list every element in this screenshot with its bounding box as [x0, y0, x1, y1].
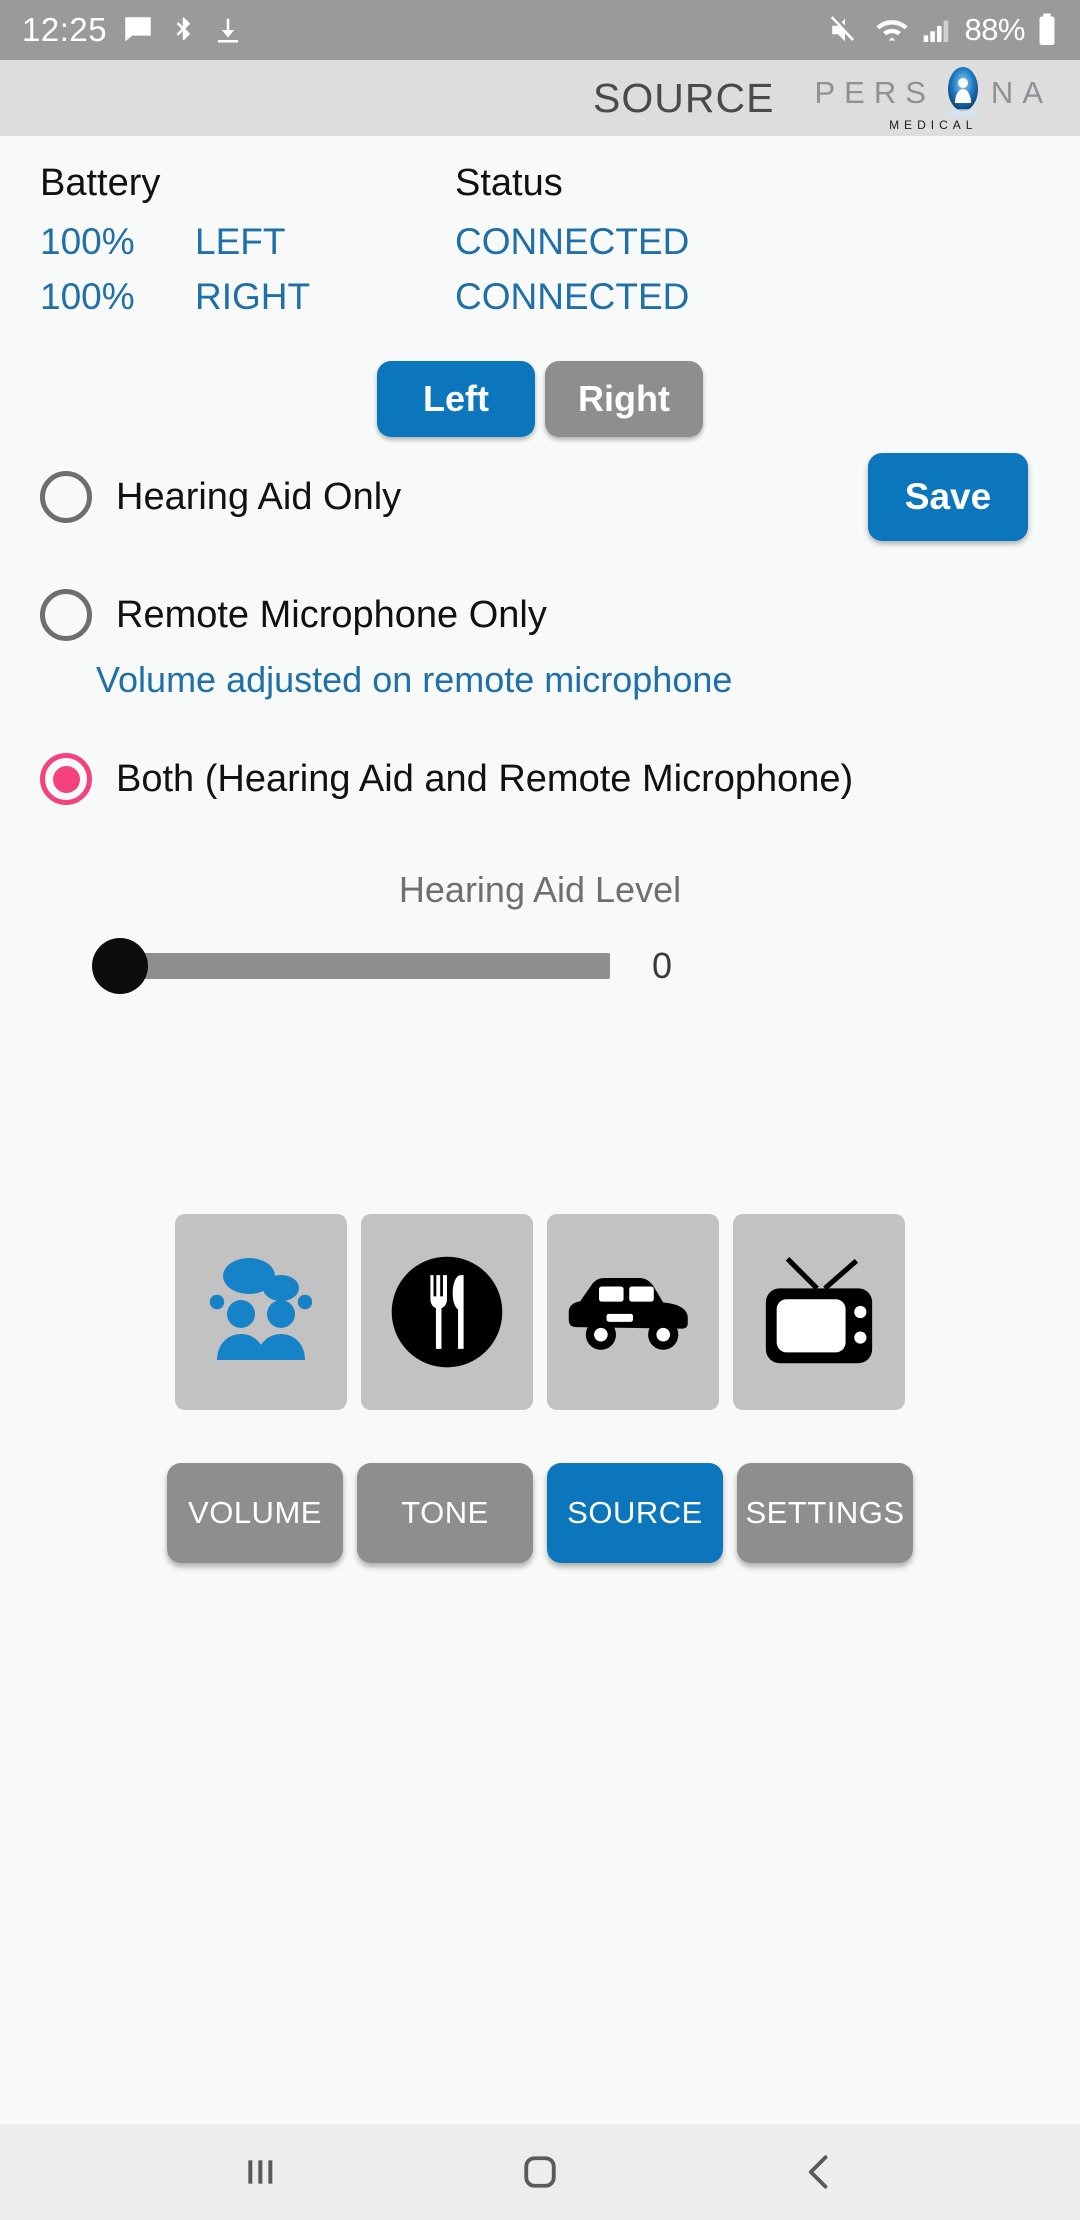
program-tile-tv[interactable] — [733, 1214, 905, 1410]
table-row: 100% LEFT — [40, 221, 455, 263]
status-column: Status CONNECTED CONNECTED — [455, 162, 1080, 331]
radio-button-checked-icon[interactable] — [40, 753, 92, 805]
nav-button-volume[interactable]: VOLUME — [167, 1463, 343, 1563]
app-header: SOURCE P E R S N A MEDICAL — [0, 60, 1080, 136]
speech-in-noise-icon — [197, 1248, 325, 1376]
brand-letter-s: S — [905, 74, 935, 110]
nav-button-settings[interactable]: SETTINGS — [737, 1463, 913, 1563]
source-option-both[interactable]: Both (Hearing Aid and Remote Microphone) — [0, 753, 1080, 805]
source-options-group: Save Hearing Aid Only Remote Microphone … — [0, 453, 1080, 805]
persona-logo-icon — [937, 65, 989, 121]
battery-percent-left: 100% — [40, 221, 135, 262]
save-button[interactable]: Save — [868, 453, 1028, 541]
source-option-label: Remote Microphone Only — [116, 593, 547, 636]
status-bar-left: 12:25 — [22, 11, 243, 49]
status-left: CONNECTED — [455, 221, 690, 262]
radio-button-unchecked-icon[interactable] — [40, 471, 92, 523]
car-icon — [565, 1258, 701, 1366]
brand-letter-n: N — [990, 74, 1023, 110]
app-screen: 12:25 88% SOURCE P E R S N A MEDICAL Bat… — [0, 0, 1080, 2220]
tv-icon — [756, 1249, 882, 1375]
side-label-right: RIGHT — [195, 276, 311, 317]
right-side-button[interactable]: Right — [545, 361, 703, 437]
bottom-nav: VOLUME TONE SOURCE SETTINGS — [0, 1463, 1080, 1563]
home-icon[interactable] — [518, 2150, 562, 2194]
brand-letter-r: R — [873, 74, 906, 110]
source-option-label: Hearing Aid Only — [116, 475, 402, 518]
side-label-left: LEFT — [195, 221, 286, 262]
status-header: Status — [455, 162, 563, 204]
battery-percentage: 88% — [964, 12, 1025, 47]
brand-letter-a: A — [1022, 74, 1052, 110]
wifi-icon — [874, 13, 910, 47]
left-side-button[interactable]: Left — [377, 361, 535, 437]
page-title: SOURCE — [593, 74, 775, 121]
source-option-remote-mic-only[interactable]: Remote Microphone Only — [0, 589, 1080, 641]
brand-letter-e: E — [844, 74, 874, 110]
restaurant-icon — [388, 1253, 506, 1371]
battery-percent-right: 100% — [40, 276, 135, 317]
table-row: 100% RIGHT — [40, 276, 455, 318]
program-tile-restaurant[interactable] — [361, 1214, 533, 1410]
battery-column: Battery 100% LEFT 100% RIGHT — [0, 162, 455, 331]
battery-header: Battery — [40, 162, 161, 204]
table-row: CONNECTED — [455, 276, 1080, 318]
cellular-signal-icon — [921, 13, 953, 47]
hearing-aid-level-slider[interactable] — [92, 938, 610, 994]
slider-thumb[interactable] — [92, 938, 148, 994]
back-icon[interactable] — [798, 2150, 842, 2194]
brand-letter-p: P — [814, 74, 845, 110]
recents-icon[interactable] — [238, 2152, 282, 2192]
source-option-label: Both (Hearing Aid and Remote Microphone) — [116, 757, 854, 800]
android-status-bar: 12:25 88% — [0, 0, 1080, 60]
slider-value: 0 — [652, 945, 673, 986]
clock: 12:25 — [22, 11, 108, 48]
bluetooth-audio-icon — [169, 13, 199, 47]
program-tiles — [0, 1214, 1080, 1410]
side-selector: Left Right — [0, 361, 1080, 437]
brand-letters: P E R S N A — [814, 65, 1052, 121]
main-content: Battery 100% LEFT 100% RIGHT Status CONN… — [0, 136, 1080, 2124]
slider-row: 0 — [0, 938, 1080, 994]
status-right: CONNECTED — [455, 276, 690, 317]
download-icon — [213, 13, 243, 47]
radio-button-unchecked-icon[interactable] — [40, 589, 92, 641]
program-tile-speech-in-noise[interactable] — [175, 1214, 347, 1410]
status-bar-right: 88% — [827, 12, 1058, 48]
battery-icon — [1036, 12, 1058, 48]
brand-logo: P E R S N A MEDICAL — [814, 65, 1058, 132]
hearing-aid-level-section: Hearing Aid Level 0 — [0, 869, 1080, 994]
program-tile-car[interactable] — [547, 1214, 719, 1410]
message-icon — [121, 13, 155, 47]
mute-icon — [827, 13, 863, 47]
remote-mic-hint: Volume adjusted on remote microphone — [96, 659, 733, 700]
nav-button-tone[interactable]: TONE — [357, 1463, 533, 1563]
table-row: CONNECTED — [455, 221, 1080, 263]
nav-button-source[interactable]: SOURCE — [547, 1463, 723, 1563]
slider-title: Hearing Aid Level — [398, 869, 682, 910]
device-info-table: Battery 100% LEFT 100% RIGHT Status CONN… — [0, 136, 1080, 331]
android-navigation-bar — [0, 2124, 1080, 2220]
